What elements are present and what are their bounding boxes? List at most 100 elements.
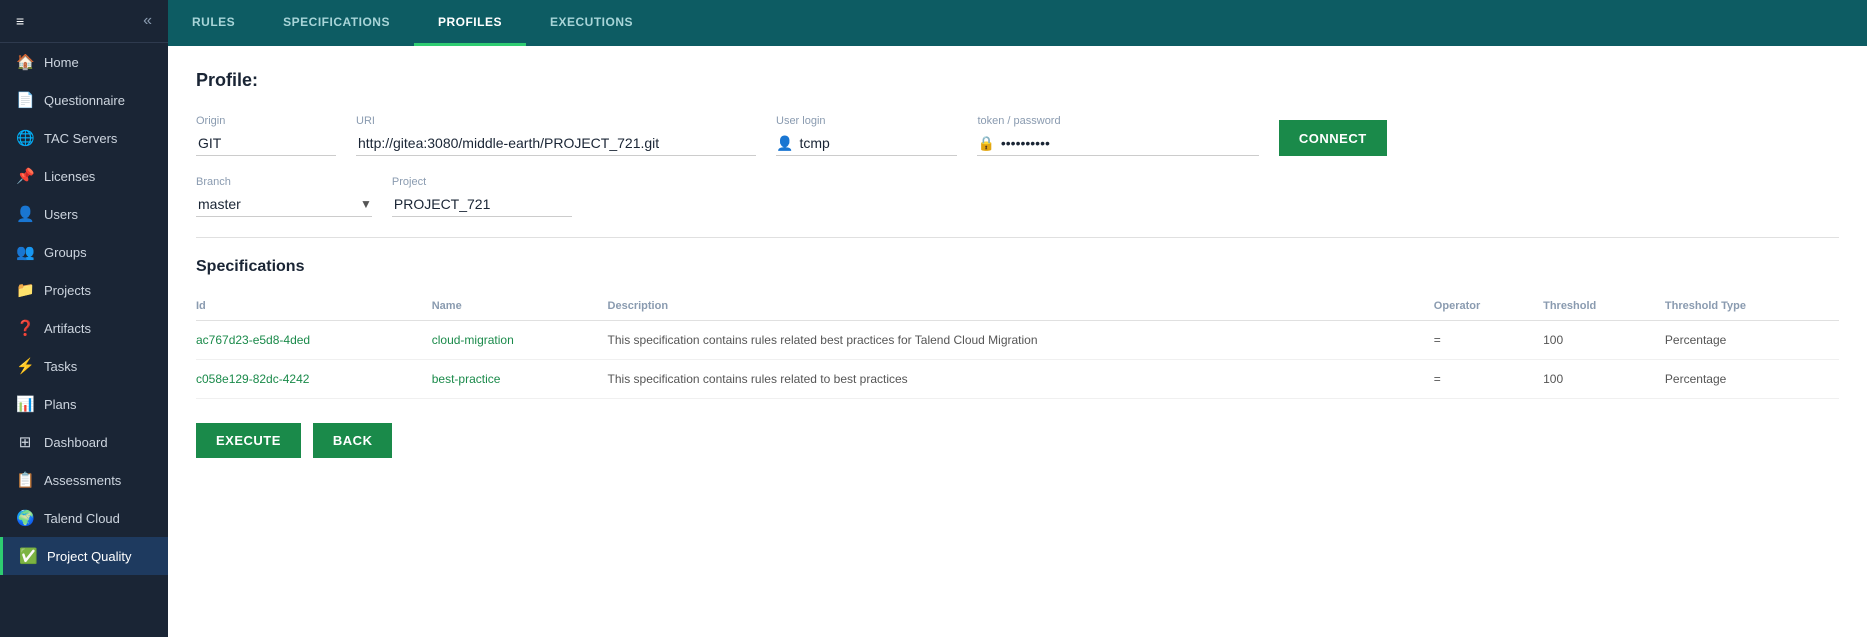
back-button[interactable]: BACK [313, 423, 393, 458]
row1-threshold-type: Percentage [1665, 321, 1839, 360]
project-field: Project [392, 176, 572, 217]
sidebar-item-label: Home [44, 55, 79, 70]
row2-id[interactable]: c058e129-82dc-4242 [196, 360, 432, 399]
user-login-field: User login 👤 [776, 115, 957, 156]
token-input[interactable] [999, 131, 1259, 155]
uri-field: URI [356, 115, 756, 156]
row1-operator: = [1434, 321, 1543, 360]
user-icon: 👤 [776, 135, 793, 152]
sidebar-item-home[interactable]: 🏠 Home [0, 43, 168, 81]
sidebar-item-questionnaire[interactable]: 📄 Questionnaire [0, 81, 168, 119]
sidebar-item-label: Plans [44, 397, 77, 412]
licenses-icon: 📌 [16, 167, 34, 185]
sidebar-logo: ≡ « [0, 0, 168, 43]
row1-name[interactable]: cloud-migration [432, 321, 608, 360]
sidebar-item-project-quality[interactable]: ✅ Project Quality [0, 537, 168, 575]
action-buttons: EXECUTE BACK [196, 423, 1839, 458]
sidebar-item-label: Project Quality [47, 549, 132, 564]
sidebar-item-users[interactable]: 👤 Users [0, 195, 168, 233]
origin-input[interactable] [196, 131, 336, 156]
sidebar-item-assessments[interactable]: 📋 Assessments [0, 461, 168, 499]
branch-field: Branch master develop main ▼ [196, 176, 372, 217]
specifications-heading: Specifications [196, 258, 1839, 276]
sidebar-item-projects[interactable]: 📁 Projects [0, 271, 168, 309]
row2-description: This specification contains rules relate… [608, 360, 1434, 399]
project-label: Project [392, 176, 572, 188]
branch-label: Branch [196, 176, 372, 188]
profile-form-row2: Branch master develop main ▼ Project [196, 176, 1839, 217]
origin-field: Origin [196, 115, 336, 156]
col-operator: Operator [1434, 292, 1543, 321]
tab-profiles[interactable]: PROFILES [414, 0, 526, 46]
col-description: Description [608, 292, 1434, 321]
talend-cloud-icon: 🌍 [16, 509, 34, 527]
user-login-input[interactable] [797, 131, 957, 155]
plans-icon: 📊 [16, 395, 34, 413]
sidebar-item-label: Groups [44, 245, 87, 260]
sidebar-item-label: Dashboard [44, 435, 108, 450]
profile-heading: Profile: [196, 70, 1839, 91]
row1-id[interactable]: ac767d23-e5d8-4ded [196, 321, 432, 360]
token-label: token / password [977, 115, 1258, 127]
sidebar-item-label: Talend Cloud [44, 511, 120, 526]
row2-threshold-type: Percentage [1665, 360, 1839, 399]
projects-icon: 📁 [16, 281, 34, 299]
sidebar-item-talend-cloud[interactable]: 🌍 Talend Cloud [0, 499, 168, 537]
sidebar-item-label: Users [44, 207, 78, 222]
uri-input[interactable] [356, 131, 756, 156]
tab-specifications[interactable]: SPECIFICATIONS [259, 0, 414, 46]
sidebar-item-tasks[interactable]: ⚡ Tasks [0, 347, 168, 385]
sidebar-item-label: Tasks [44, 359, 77, 374]
table-body: ac767d23-e5d8-4ded cloud-migration This … [196, 321, 1839, 399]
sidebar-item-plans[interactable]: 📊 Plans [0, 385, 168, 423]
user-login-label: User login [776, 115, 957, 127]
sidebar-item-label: TAC Servers [44, 131, 117, 146]
row1-description: This specification contains rules relate… [608, 321, 1434, 360]
sidebar-item-label: Licenses [44, 169, 95, 184]
token-field: token / password 🔒 [977, 115, 1258, 156]
row1-threshold: 100 [1543, 321, 1665, 360]
uri-label: URI [356, 115, 756, 127]
logo-text: ≡ [16, 13, 24, 29]
sidebar-item-groups[interactable]: 👥 Groups [0, 233, 168, 271]
col-id: Id [196, 292, 432, 321]
col-threshold-type: Threshold Type [1665, 292, 1839, 321]
project-quality-icon: ✅ [19, 547, 37, 565]
sidebar: ≡ « 🏠 Home 📄 Questionnaire 🌐 TAC Servers… [0, 0, 168, 637]
connect-button[interactable]: CONNECT [1279, 120, 1387, 156]
sidebar-item-label: Projects [44, 283, 91, 298]
collapse-button[interactable]: « [143, 12, 152, 30]
main-content: RULES SPECIFICATIONS PROFILES EXECUTIONS… [168, 0, 1867, 637]
project-input[interactable] [392, 192, 572, 217]
table-header: Id Name Description Operator Threshold T… [196, 292, 1839, 321]
branch-select[interactable]: master develop main [196, 192, 376, 216]
section-divider [196, 237, 1839, 238]
row2-operator: = [1434, 360, 1543, 399]
row2-name[interactable]: best-practice [432, 360, 608, 399]
home-icon: 🏠 [16, 53, 34, 71]
sidebar-item-label: Assessments [44, 473, 121, 488]
specifications-table: Id Name Description Operator Threshold T… [196, 292, 1839, 399]
tab-rules[interactable]: RULES [168, 0, 259, 46]
questionnaire-icon: 📄 [16, 91, 34, 109]
users-icon: 👤 [16, 205, 34, 223]
row2-threshold: 100 [1543, 360, 1665, 399]
tac-servers-icon: 🌐 [16, 129, 34, 147]
execute-button[interactable]: EXECUTE [196, 423, 301, 458]
origin-label: Origin [196, 115, 336, 127]
artifacts-icon: ❓ [16, 319, 34, 337]
lock-icon: 🔒 [977, 135, 994, 152]
profile-form-row1: Origin URI User login 👤 token / password… [196, 115, 1839, 156]
sidebar-item-artifacts[interactable]: ❓ Artifacts [0, 309, 168, 347]
user-login-input-wrapper: 👤 [776, 131, 957, 156]
tasks-icon: ⚡ [16, 357, 34, 375]
sidebar-item-dashboard[interactable]: ⊞ Dashboard [0, 423, 168, 461]
sidebar-item-tac-servers[interactable]: 🌐 TAC Servers [0, 119, 168, 157]
branch-select-wrapper: master develop main ▼ [196, 192, 372, 217]
tab-executions[interactable]: EXECUTIONS [526, 0, 657, 46]
table-row: c058e129-82dc-4242 best-practice This sp… [196, 360, 1839, 399]
sidebar-item-label: Questionnaire [44, 93, 125, 108]
sidebar-item-licenses[interactable]: 📌 Licenses [0, 157, 168, 195]
groups-icon: 👥 [16, 243, 34, 261]
sidebar-item-label: Artifacts [44, 321, 91, 336]
